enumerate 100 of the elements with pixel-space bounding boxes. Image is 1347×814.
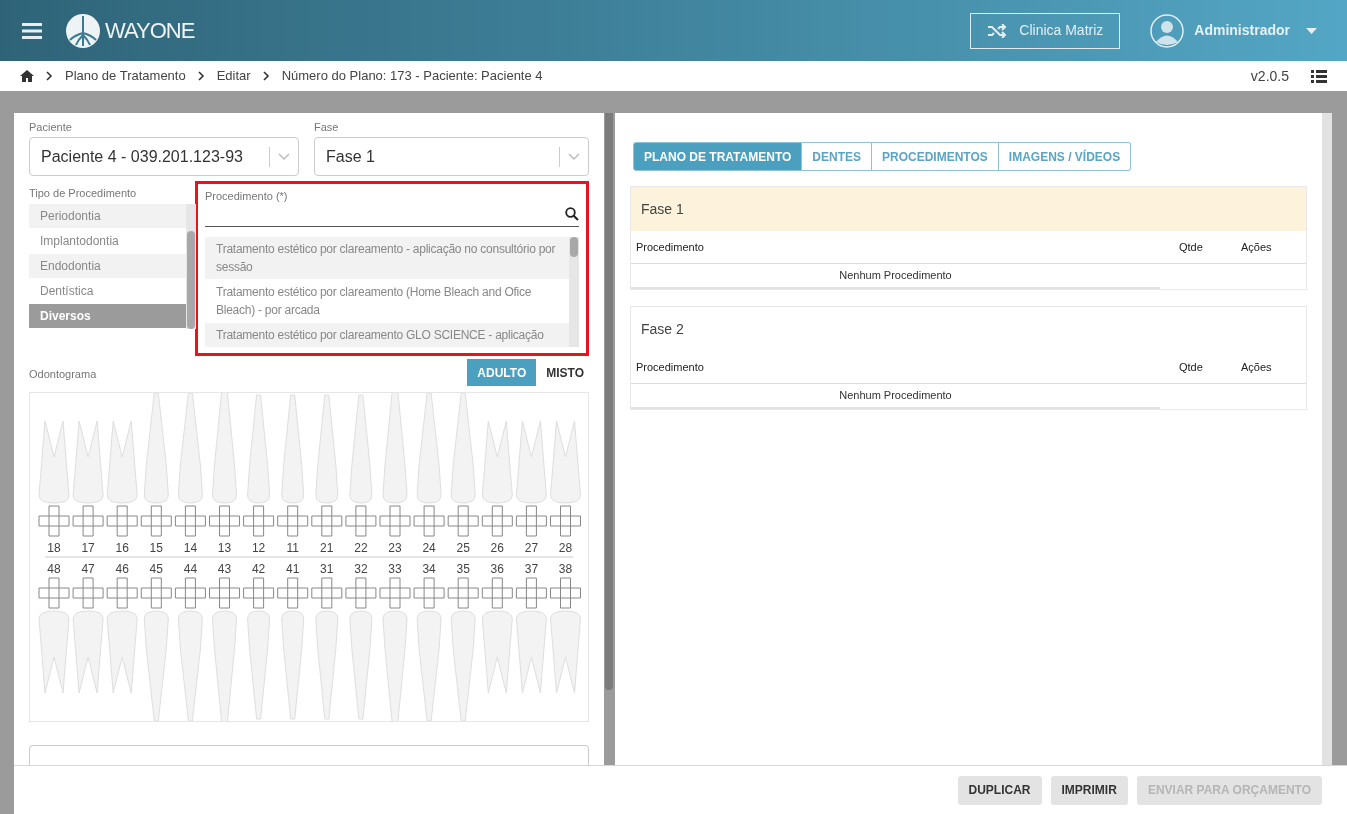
phase-select[interactable]: Fase 1 bbox=[314, 137, 589, 176]
clinic-switch-button[interactable]: Clinica Matriz bbox=[970, 12, 1121, 49]
tooth-drawing[interactable] bbox=[349, 610, 373, 720]
tooth-surface-icon[interactable] bbox=[174, 577, 206, 609]
tooth-surface-icon[interactable] bbox=[106, 577, 138, 609]
tooth-surface-icon[interactable] bbox=[481, 577, 513, 609]
tooth-surface-icon[interactable] bbox=[243, 577, 275, 609]
breadcrumb-link[interactable]: Editar bbox=[216, 66, 251, 86]
chevron-right-icon bbox=[197, 71, 205, 81]
tooth-surface-icon[interactable] bbox=[277, 505, 309, 537]
tooth-drawing[interactable] bbox=[72, 610, 104, 694]
tooth-drawing[interactable] bbox=[349, 394, 373, 504]
tab[interactable]: IMAGENS / VÍDEOS bbox=[998, 142, 1132, 171]
caret-icon[interactable] bbox=[1306, 27, 1317, 34]
tooth-number: 25 bbox=[456, 541, 470, 555]
tooth-drawing[interactable] bbox=[38, 420, 70, 504]
tooth-surface-icon[interactable] bbox=[550, 577, 581, 609]
menu-icon[interactable] bbox=[22, 22, 42, 39]
user-name[interactable]: Administrador bbox=[1194, 20, 1290, 41]
home-icon[interactable] bbox=[20, 70, 34, 82]
tooth-surface-icon[interactable] bbox=[140, 577, 172, 609]
tooth-surface-icon[interactable] bbox=[243, 505, 275, 537]
tooth-drawing[interactable] bbox=[382, 610, 408, 721]
tooth-surface-icon[interactable] bbox=[174, 505, 206, 537]
tooth-drawing[interactable] bbox=[177, 393, 203, 504]
tooth-drawing[interactable] bbox=[315, 394, 339, 504]
tab[interactable]: DENTES bbox=[802, 142, 872, 171]
tooth-number: 44 bbox=[183, 562, 198, 576]
tooth-drawing[interactable] bbox=[247, 394, 271, 504]
tooth-drawing[interactable] bbox=[281, 394, 305, 504]
tooth-surface-icon[interactable] bbox=[38, 505, 70, 537]
tooth-drawing[interactable] bbox=[450, 610, 476, 721]
tooth-drawing[interactable] bbox=[143, 393, 169, 504]
mode-toggle[interactable]: ADULTO bbox=[467, 359, 537, 386]
result-item[interactable]: Tratamento estético por clareamento - aplicação no consultório por sessão bbox=[205, 237, 569, 280]
tooth-drawing[interactable] bbox=[106, 420, 138, 504]
tooth-surface-icon[interactable] bbox=[345, 505, 377, 537]
tooth-drawing[interactable] bbox=[416, 393, 442, 504]
tooth-surface-icon[interactable] bbox=[106, 505, 138, 537]
tooth-surface-icon[interactable] bbox=[447, 577, 479, 609]
tooth-drawing[interactable] bbox=[281, 610, 305, 720]
tooth-surface-icon[interactable] bbox=[311, 577, 343, 609]
tooth-surface-icon[interactable] bbox=[140, 505, 172, 537]
tooth-surface-icon[interactable] bbox=[209, 505, 240, 537]
tooth-surface-icon[interactable] bbox=[345, 577, 377, 609]
breadcrumb-link[interactable]: Número do Plano: 173 - Paciente: Paciente 4 bbox=[281, 66, 543, 86]
result-item[interactable]: Tratamento estético por clareamento GLO SCIENCE - aplicação bbox=[205, 323, 569, 347]
tooth-surface-icon[interactable] bbox=[413, 505, 445, 537]
tooth-surface-icon[interactable] bbox=[447, 505, 479, 537]
tooth-surface-icon[interactable] bbox=[38, 577, 70, 609]
scrollbar[interactable] bbox=[1322, 113, 1332, 765]
tooth-drawing[interactable] bbox=[481, 420, 513, 504]
tooth-drawing[interactable] bbox=[416, 610, 442, 721]
phase-title: Fase 1 bbox=[641, 199, 684, 219]
tooth-surface-icon[interactable] bbox=[72, 577, 104, 609]
tooth-drawing[interactable] bbox=[481, 610, 513, 694]
tooth-number: 35 bbox=[456, 562, 470, 576]
tooth-surface-icon[interactable] bbox=[515, 505, 547, 537]
tooth-drawing[interactable] bbox=[315, 610, 339, 720]
column-header: Ações bbox=[1241, 239, 1273, 255]
tooth-number: 43 bbox=[217, 562, 232, 576]
avatar-icon[interactable] bbox=[1150, 13, 1185, 48]
tooth-number: 41 bbox=[286, 562, 300, 576]
scrollbar[interactable] bbox=[569, 237, 579, 347]
patient-select[interactable]: Paciente 4 - 039.201.123-93 bbox=[29, 137, 299, 176]
tooth-drawing[interactable] bbox=[177, 610, 203, 721]
tooth-number: 18 bbox=[47, 541, 61, 555]
tooth-surface-icon[interactable] bbox=[379, 577, 411, 609]
tooth-number: 37 bbox=[524, 562, 539, 576]
tab[interactable]: PLANO DE TRATAMENTO bbox=[633, 142, 803, 171]
tooth-surface-icon[interactable] bbox=[481, 505, 513, 537]
tooth-surface-icon[interactable] bbox=[379, 505, 411, 537]
tooth-number: 11 bbox=[286, 541, 299, 555]
tooth-surface-icon[interactable] bbox=[72, 505, 104, 537]
footer-button[interactable]: IMPRIMIR bbox=[1050, 775, 1128, 805]
list-item[interactable]: Diversos bbox=[29, 304, 186, 329]
tooth-surface-icon[interactable] bbox=[550, 505, 581, 537]
tab[interactable]: PROCEDIMENTOS bbox=[872, 142, 999, 171]
tooth-number: 45 bbox=[149, 562, 163, 576]
footer-button[interactable]: DUPLICAR bbox=[957, 775, 1042, 805]
tooth-drawing[interactable] bbox=[247, 610, 271, 720]
tooth-surface-icon[interactable] bbox=[311, 505, 343, 537]
tooth-surface-icon[interactable] bbox=[413, 577, 445, 609]
tooth-drawing[interactable] bbox=[38, 610, 70, 694]
tooth-surface-icon[interactable] bbox=[515, 577, 547, 609]
tooth-number: 32 bbox=[354, 562, 368, 576]
scrollbar[interactable] bbox=[186, 204, 196, 329]
tooth-drawing[interactable] bbox=[106, 610, 138, 694]
tooth-drawing[interactable] bbox=[382, 393, 408, 504]
list-item[interactable]: Periodontia bbox=[29, 204, 186, 229]
tooth-surface-icon[interactable] bbox=[277, 577, 309, 609]
tooth-number: 17 bbox=[81, 541, 95, 555]
breadcrumb-link[interactable]: Plano de Tratamento bbox=[65, 66, 186, 86]
list-item[interactable]: Endodontia bbox=[29, 254, 186, 279]
tooth-surface-icon[interactable] bbox=[209, 577, 240, 609]
list-icon[interactable] bbox=[1311, 69, 1327, 83]
tooth-drawing[interactable] bbox=[143, 610, 169, 721]
tooth-drawing[interactable] bbox=[450, 393, 476, 504]
tooth-number: 34 bbox=[422, 562, 436, 576]
tooth-drawing[interactable] bbox=[72, 420, 104, 504]
